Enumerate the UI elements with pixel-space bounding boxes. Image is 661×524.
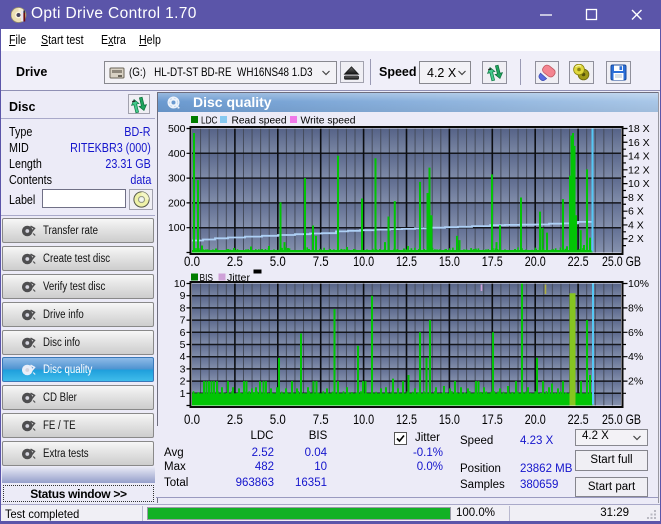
svg-text:Write speed: Write speed bbox=[301, 115, 356, 127]
svg-text:10: 10 bbox=[174, 278, 186, 290]
svg-text:6 X: 6 X bbox=[628, 206, 644, 218]
svg-text:5.0: 5.0 bbox=[270, 253, 286, 269]
svg-text:5.0: 5.0 bbox=[270, 411, 286, 427]
svg-text:Read speed: Read speed bbox=[232, 115, 287, 127]
svg-text:10.0: 10.0 bbox=[353, 411, 374, 427]
svg-text:0.0: 0.0 bbox=[184, 253, 200, 269]
svg-text:300: 300 bbox=[168, 173, 186, 185]
svg-text:2.5: 2.5 bbox=[227, 253, 243, 269]
svg-text:22.5: 22.5 bbox=[568, 253, 589, 269]
svg-text:3: 3 bbox=[180, 363, 186, 375]
svg-text:7.5: 7.5 bbox=[313, 253, 329, 269]
svg-text:Jitter: Jitter bbox=[227, 272, 250, 284]
svg-text:2: 2 bbox=[180, 376, 186, 388]
svg-text:10.0: 10.0 bbox=[353, 253, 374, 269]
svg-text:7.5: 7.5 bbox=[313, 411, 329, 427]
svg-text:12.5: 12.5 bbox=[396, 411, 417, 427]
svg-text:10%: 10% bbox=[628, 278, 649, 290]
svg-text:4%: 4% bbox=[628, 351, 643, 363]
svg-text:8: 8 bbox=[180, 302, 186, 314]
svg-text:25.0 GB: 25.0 GB bbox=[602, 253, 641, 269]
svg-text:14 X: 14 X bbox=[628, 151, 650, 163]
svg-text:12 X: 12 X bbox=[628, 164, 650, 176]
svg-text:15.0: 15.0 bbox=[439, 411, 460, 427]
svg-text:20.0: 20.0 bbox=[525, 253, 546, 269]
svg-text:0.0: 0.0 bbox=[184, 411, 200, 427]
svg-text:12.5: 12.5 bbox=[396, 253, 417, 269]
svg-text:15.0: 15.0 bbox=[439, 253, 460, 269]
svg-text:18 X: 18 X bbox=[628, 123, 650, 135]
svg-text:LDC: LDC bbox=[201, 115, 218, 127]
svg-text:2 X: 2 X bbox=[628, 233, 644, 245]
svg-text:200: 200 bbox=[168, 197, 186, 209]
svg-text:17.5: 17.5 bbox=[482, 411, 503, 427]
svg-text:4: 4 bbox=[180, 351, 186, 363]
svg-text:2.5: 2.5 bbox=[227, 411, 243, 427]
svg-text:20.0: 20.0 bbox=[525, 411, 546, 427]
svg-text:2%: 2% bbox=[628, 376, 643, 388]
svg-text:100: 100 bbox=[168, 222, 186, 234]
svg-text:500: 500 bbox=[168, 123, 186, 135]
svg-text:6: 6 bbox=[180, 327, 186, 339]
svg-text:17.5: 17.5 bbox=[482, 253, 503, 269]
svg-text:8 X: 8 X bbox=[628, 192, 644, 204]
svg-text:400: 400 bbox=[168, 148, 186, 160]
svg-text:22.5: 22.5 bbox=[568, 411, 589, 427]
svg-text:7: 7 bbox=[180, 315, 186, 327]
svg-text:1: 1 bbox=[180, 388, 186, 400]
svg-text:4 X: 4 X bbox=[628, 219, 644, 231]
svg-text:8%: 8% bbox=[628, 302, 643, 314]
svg-text:25.0 GB: 25.0 GB bbox=[602, 411, 641, 427]
svg-text:10 X: 10 X bbox=[628, 178, 650, 190]
svg-text:BIS: BIS bbox=[200, 272, 214, 284]
svg-text:6%: 6% bbox=[628, 327, 643, 339]
svg-text:5: 5 bbox=[180, 339, 186, 351]
svg-text:16 X: 16 X bbox=[628, 137, 650, 149]
svg-text:9: 9 bbox=[180, 290, 186, 302]
